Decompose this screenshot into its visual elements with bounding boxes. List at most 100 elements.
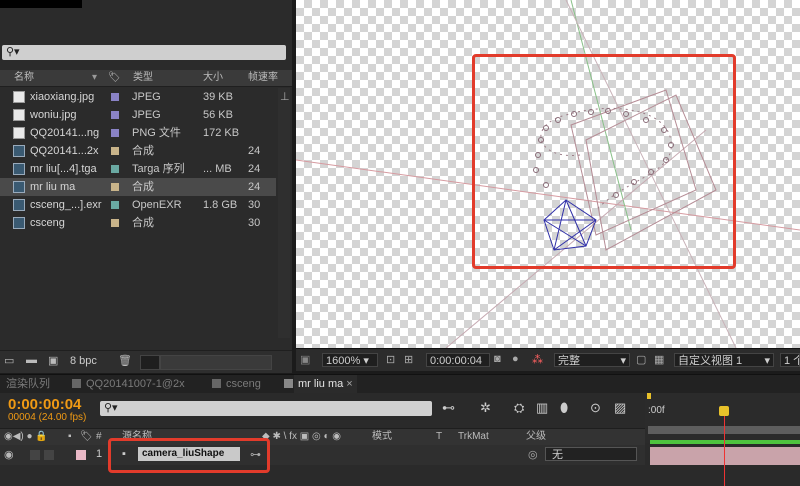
grid-icon[interactable]: ⊞ [404,353,413,366]
column-name[interactable]: 名称 [14,70,34,86]
item-fps: 30 [248,199,261,211]
new-folder-icon[interactable]: ▬ [26,354,37,366]
region-of-interest-icon[interactable]: ⊡ [386,353,395,366]
item-name: csceng [30,217,65,229]
project-scrollbar[interactable] [278,88,290,338]
project-search-input[interactable]: ⚲▾ [2,45,286,60]
bit-depth-button[interactable]: 8 bpc [70,355,97,367]
ruler-start-label: :00f [648,405,665,416]
label-icon: ▪ [68,431,72,442]
show-snapshot-icon[interactable]: ● [512,353,519,365]
project-item[interactable]: csceng 合成 30 [0,214,276,232]
lock-toggle[interactable] [44,450,54,460]
item-type: Targa 序列 [132,163,185,175]
shy-layers-icon[interactable]: ⛭ [514,400,524,416]
timeline-column-header: ◉◀) ● 🔒 ▪ 🏷 # 源名称 ◆ ✱ \ fx ▣ ◎ ◐ ◉ 模式 T … [0,428,645,446]
new-comp-icon[interactable]: ▣ [48,354,58,367]
layer-duration-indicator [650,440,800,444]
layer-duration-bar[interactable] [650,447,800,465]
item-name: mr liu[...4].tga [30,163,97,175]
transparency-grid-icon[interactable]: ▦ [654,353,664,366]
trash-icon[interactable]: 🗑 [118,354,132,367]
sort-arrow-icon[interactable]: ▾ [92,70,97,86]
zoom-select[interactable]: 1600% ▾ [322,353,378,367]
parent-select[interactable]: 无 [545,447,637,461]
viewer-toolbar: ▣ 1600% ▾ ⊡ ⊞ 0:00:00:04 ◙ ● ⁂ 完整 ▾ ▢ ▦ 自… [296,348,800,371]
time-ruler[interactable]: :00f [645,393,800,443]
project-thumbnail [0,0,82,8]
column-type[interactable]: 类型 [133,70,153,86]
work-area-start[interactable] [647,393,651,399]
column-size[interactable]: 大小 [203,70,223,86]
timeline-search-input[interactable]: ⚲▾ [100,401,432,416]
channel-icon[interactable]: ⁂ [532,353,543,366]
item-type: 合成 [132,217,154,229]
column-parent[interactable]: 父级 [526,429,546,445]
item-size: 56 KB [203,109,233,121]
item-label-color[interactable] [111,165,119,173]
3d-view-select[interactable]: 自定义视图 1 ▾ [674,353,774,367]
tab-csceng[interactable]: csceng [226,375,261,394]
item-size: 39 KB [203,91,233,103]
current-time-indicator-line[interactable] [724,408,725,486]
item-name: QQ20141...2x [30,145,99,157]
current-time-indicator[interactable] [719,406,729,416]
flowchart-icon[interactable]: ⊥ [280,90,290,103]
item-label-color[interactable] [111,111,119,119]
layer-index: 1 [96,448,103,460]
project-item[interactable]: csceng_...].exr OpenEXR 1.8 GB 30 [0,196,276,214]
views-layout-select[interactable]: 1 个 [780,353,800,367]
motion-blur-icon[interactable]: ⬮ [560,400,568,416]
column-fps[interactable]: 帧速率 [248,70,278,86]
comp-tab-icon [284,379,293,388]
column-t[interactable]: T [436,429,442,445]
tab-mr-liu-ma[interactable]: mr liu ma × [294,375,357,394]
timeline-timecode[interactable]: 0:00:00:04 [8,396,81,413]
layer-label-color[interactable] [76,450,86,460]
item-label-color[interactable] [111,129,119,137]
item-label-color[interactable] [111,201,119,209]
project-item[interactable]: QQ20141...ng PNG 文件 172 KB [0,124,276,142]
current-time-display[interactable]: 0:00:00:04 [426,353,490,367]
item-label-color[interactable] [111,93,119,101]
horizontal-scrollbar[interactable] [160,355,272,370]
column-trkmat[interactable]: TrkMat [458,429,489,445]
project-item[interactable]: mr liu ma 合成 24 [0,178,276,196]
visibility-eye-icon[interactable]: ◉ [4,448,14,461]
item-name: mr liu ma [30,181,76,193]
brainstorm-icon[interactable]: ⊙ [590,400,601,416]
item-type: 合成 [132,181,154,193]
highlight-box-layer [108,438,270,473]
project-item[interactable]: mr liu[...4].tga Targa 序列 ... MB 24 [0,160,276,178]
tab-qq-comp[interactable]: QQ20141007-1@2x [86,375,185,394]
item-label-color[interactable] [111,147,119,155]
timeline-tabs: 渲染队列 QQ20141007-1@2x csceng mr liu ma × [0,374,800,394]
search-icon: ⚲▾ [6,46,20,58]
project-item[interactable]: QQ20141...2x 合成 24 [0,142,276,160]
always-preview-icon[interactable]: ▣ [300,353,310,366]
item-type: 合成 [132,145,154,157]
draft-3d-icon[interactable]: ✲ [480,400,491,416]
item-name: woniu.jpg [30,109,77,121]
frame-blending-icon[interactable]: ▥ [536,400,548,416]
roi-toggle-icon[interactable]: ▢ [636,353,646,366]
graph-editor-icon[interactable]: ▨ [614,400,626,416]
label-column-icon[interactable]: 🏷 [108,70,121,86]
comp-mini-flowchart-icon[interactable]: ⊷ [442,400,455,416]
project-item[interactable]: xiaoxiang.jpg JPEG 39 KB [0,88,276,106]
item-type: OpenEXR [132,199,182,211]
snapshot-icon[interactable]: ◙ [494,353,501,365]
scroll-left-button[interactable] [140,355,160,370]
item-label-color[interactable] [111,219,119,227]
interpret-footage-icon[interactable]: ▭ [4,354,14,367]
pick-whip-icon[interactable]: ◎ [528,448,538,461]
solo-toggle[interactable] [30,450,40,460]
column-mode[interactable]: 模式 [372,429,392,445]
item-size: ... MB [203,163,232,175]
project-item[interactable]: woniu.jpg JPEG 56 KB [0,106,276,124]
item-fps: 24 [248,145,261,157]
resolution-select[interactable]: 完整 ▾ [554,353,630,367]
composition-icon [13,217,25,229]
item-label-color[interactable] [111,183,119,191]
tab-render-queue[interactable]: 渲染队列 [6,375,50,394]
